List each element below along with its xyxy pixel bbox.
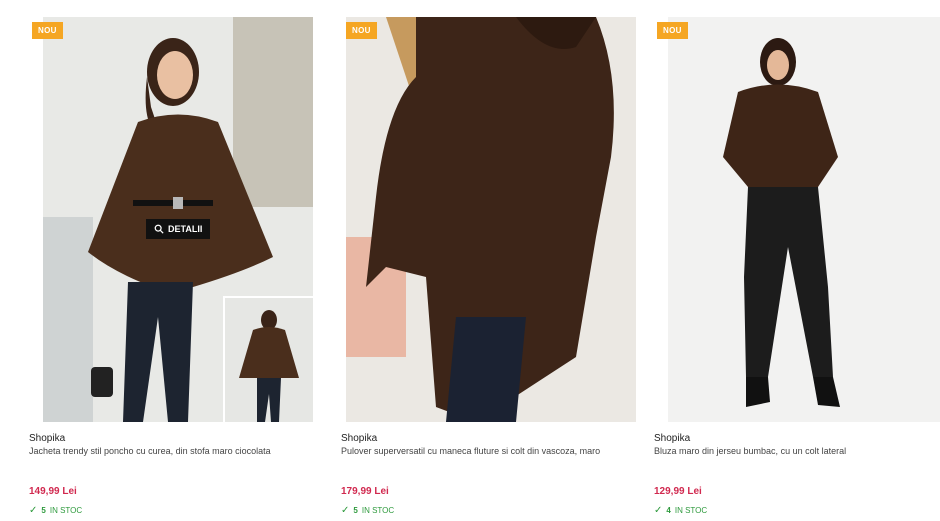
- check-icon: ✓: [654, 505, 663, 516]
- product-title[interactable]: Bluza maro din jerseu bumbac, cu un colt…: [654, 446, 940, 456]
- stock-label: IN STOC: [674, 506, 708, 515]
- product-image-2[interactable]: [346, 17, 636, 422]
- check-icon: ✓: [341, 505, 350, 516]
- new-badge: NOU: [657, 22, 688, 39]
- stock-status: ✓ 4 IN STOC: [654, 505, 707, 516]
- stock-label: IN STOC: [49, 506, 83, 515]
- product-title[interactable]: Pulover superversatil cu maneca fluture …: [341, 446, 641, 456]
- stock-status: ✓ 5 IN STOC: [29, 505, 82, 516]
- stock-quantity: 4: [666, 506, 671, 515]
- product-thumbnail-photo: [225, 298, 313, 422]
- stock-label: IN STOC: [361, 506, 395, 515]
- product-brand[interactable]: Shopika: [29, 433, 65, 444]
- product-image-3[interactable]: [668, 17, 940, 422]
- details-button[interactable]: DETALII: [146, 219, 211, 239]
- product-photo-3: [668, 17, 940, 422]
- product-price: 149,99 Lei: [29, 486, 77, 497]
- stock-status: ✓ 5 IN STOC: [341, 505, 394, 516]
- product-price: 179,99 Lei: [341, 486, 389, 497]
- product-brand[interactable]: Shopika: [341, 433, 377, 444]
- product-brand[interactable]: Shopika: [654, 433, 690, 444]
- search-icon: [154, 224, 164, 234]
- product-photo-2: [346, 17, 636, 422]
- new-badge: NOU: [32, 22, 63, 39]
- stock-quantity: 5: [353, 506, 358, 515]
- new-badge: NOU: [346, 22, 377, 39]
- product-thumbnail-1[interactable]: [223, 296, 313, 422]
- check-icon: ✓: [29, 505, 38, 516]
- product-title[interactable]: Jacheta trendy stil poncho cu curea, din…: [29, 446, 329, 456]
- details-label: DETALII: [168, 224, 203, 234]
- product-image-1[interactable]: DETALII: [43, 17, 313, 422]
- product-price: 129,99 Lei: [654, 486, 702, 497]
- stock-quantity: 5: [41, 506, 46, 515]
